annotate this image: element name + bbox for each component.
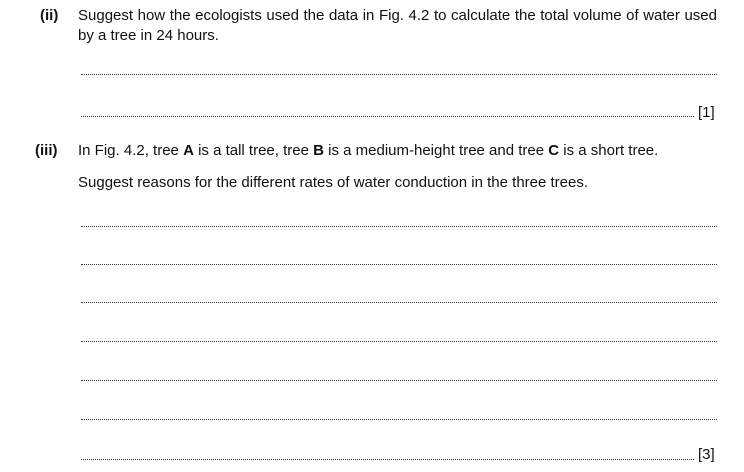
answer-line-iii-1[interactable] [81, 226, 717, 227]
tree-c-label: C [548, 142, 560, 159]
stem-prefix: In Fig. 4.2, tree [78, 142, 184, 159]
answer-line-iii-3[interactable] [81, 302, 717, 303]
tree-a-label: A [183, 142, 194, 159]
question-number-ii: (ii) [40, 7, 59, 24]
answer-line-iii-2[interactable] [81, 264, 717, 265]
answer-line-iii-5[interactable] [81, 380, 717, 381]
answer-line-ii-2[interactable] [81, 116, 694, 117]
stem-mid-2: is a medium-height tree and tree [323, 142, 549, 159]
tree-b-label: B [313, 142, 324, 159]
marks-iii: [3] [698, 446, 715, 463]
question-text-ii: Suggest how the ecologists used the data… [78, 7, 717, 44]
question-stem-iii: In Fig. 4.2, tree A is a tall tree, tree… [78, 141, 658, 161]
marks-ii: [1] [698, 104, 715, 121]
answer-line-ii-1[interactable] [81, 74, 717, 75]
question-number-iii: (iii) [35, 142, 58, 159]
stem-suffix: is a short tree. [559, 142, 659, 159]
stem-mid-1: is a tall tree, tree [193, 142, 314, 159]
answer-line-iii-6[interactable] [81, 419, 717, 420]
question-instruction-iii: Suggest reasons for the different rates … [78, 174, 589, 191]
answer-line-iii-4[interactable] [81, 341, 717, 342]
answer-line-iii-7[interactable] [81, 459, 694, 460]
